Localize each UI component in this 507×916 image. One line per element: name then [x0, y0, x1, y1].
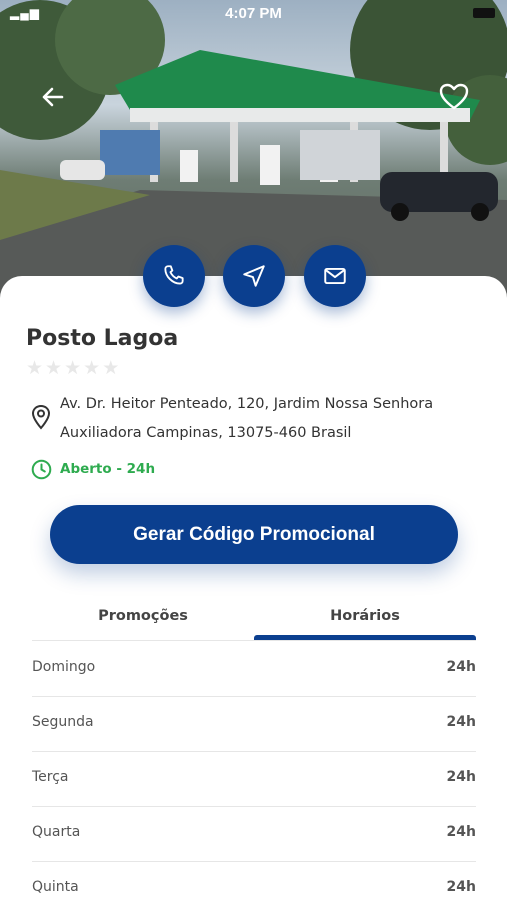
address-line-1: Av. Dr. Heitor Penteado, 120, Jardim Nos… — [60, 396, 434, 412]
hours-row: Quinta 24h — [32, 861, 476, 916]
hours-time: 24h — [446, 879, 476, 895]
address-line-2: Auxiliadora Campinas, 13075-460 Brasil — [60, 425, 352, 441]
hours-day: Quarta — [32, 824, 81, 840]
rating-stars: ★ ★ ★ ★ ★ — [26, 358, 119, 378]
navigate-icon — [243, 265, 265, 287]
station-name: Posto Lagoa — [26, 326, 179, 351]
generate-promo-code-button[interactable]: Gerar Código Promocional — [50, 505, 458, 564]
star-icon: ★ — [45, 357, 63, 379]
star-icon: ★ — [83, 357, 101, 379]
active-tab-indicator — [254, 635, 476, 640]
favorite-button[interactable] — [437, 80, 471, 114]
heart-icon — [439, 83, 469, 110]
star-icon: ★ — [102, 357, 120, 379]
hours-time: 24h — [446, 769, 476, 785]
status-bar: ▂▄▆ 4:07 PM — [0, 0, 507, 28]
hours-time: 24h — [446, 824, 476, 840]
clock-icon — [31, 459, 52, 484]
back-button[interactable] — [36, 80, 70, 114]
status-time: 4:07 PM — [225, 5, 282, 22]
hours-row: Segunda 24h — [32, 696, 476, 752]
tab-promocoes[interactable]: Promoções — [32, 608, 254, 624]
hours-day: Segunda — [32, 714, 94, 730]
hours-day: Domingo — [32, 659, 96, 675]
hours-row: Terça 24h — [32, 751, 476, 807]
navigate-button[interactable] — [223, 245, 285, 307]
open-status: Aberto - 24h — [60, 461, 156, 477]
hours-row: Quarta 24h — [32, 806, 476, 862]
hours-time: 24h — [446, 659, 476, 675]
tab-horarios[interactable]: Horários — [254, 608, 476, 624]
hours-row: Domingo 24h — [32, 641, 476, 697]
station-address: Av. Dr. Heitor Penteado, 120, Jardim Nos… — [60, 390, 480, 448]
phone-icon — [164, 265, 184, 285]
email-button[interactable] — [304, 245, 366, 307]
hours-day: Quinta — [32, 879, 79, 895]
mail-icon — [324, 267, 346, 285]
call-button[interactable] — [143, 245, 205, 307]
back-arrow-icon — [42, 87, 64, 107]
location-pin-icon — [30, 404, 52, 434]
hours-time: 24h — [446, 714, 476, 730]
star-icon: ★ — [26, 357, 44, 379]
hours-day: Terça — [32, 769, 69, 785]
battery-icon — [473, 8, 495, 18]
star-icon: ★ — [64, 357, 82, 379]
